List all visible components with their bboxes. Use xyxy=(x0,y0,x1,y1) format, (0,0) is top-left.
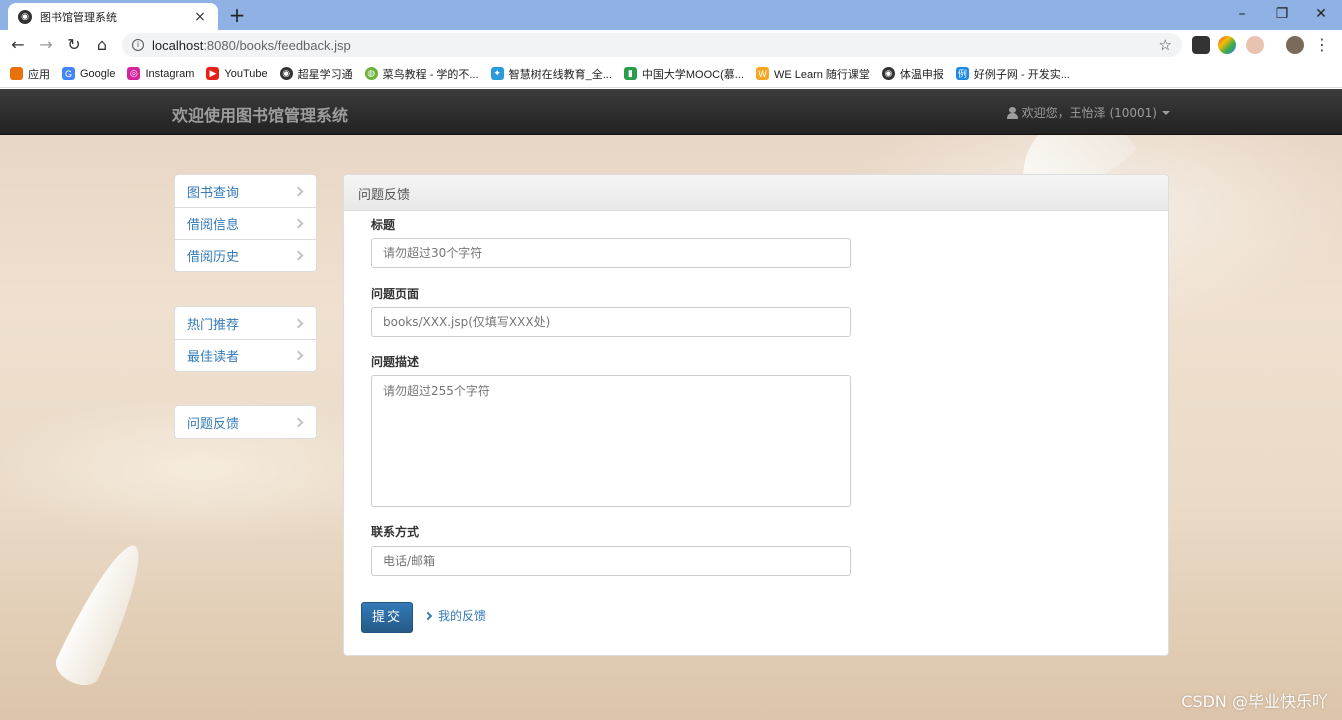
haolizi-icon: 例 xyxy=(955,67,969,80)
avatar[interactable] xyxy=(1286,36,1304,54)
chevron-right-icon xyxy=(423,611,433,620)
youtube-icon: ▶ xyxy=(206,67,220,80)
brand-title[interactable]: 欢迎使用图书馆管理系统 xyxy=(172,102,348,126)
description-textarea[interactable] xyxy=(371,375,851,507)
my-feedback-link[interactable]: 我的反馈 xyxy=(423,607,487,624)
address-bar[interactable]: i localhost:8080/books/feedback.jsp ☆ xyxy=(122,33,1182,57)
sidebar-item-label: 借阅历史 xyxy=(187,250,240,265)
user-label: 欢迎您，王怡泽 (10001) xyxy=(1021,106,1157,120)
contact-input[interactable] xyxy=(371,546,851,576)
sidebar-group-recommend: 热门推荐 最佳读者 xyxy=(174,306,317,372)
my-feedback-label: 我的反馈 xyxy=(438,609,487,623)
bookmark-item[interactable]: ✦ 智慧树在线教育_全... xyxy=(490,66,612,82)
page-input[interactable] xyxy=(371,307,851,337)
bookmark-item[interactable]: ◉ 超星学习通 xyxy=(279,66,353,82)
title-label: 标题 xyxy=(371,218,396,232)
bookmark-item[interactable]: W WE Learn 随行课堂 xyxy=(755,66,870,82)
bookmark-item[interactable]: ▮ 中国大学MOOC(慕... xyxy=(623,66,744,82)
google-icon: G xyxy=(62,67,75,80)
bookmark-item[interactable]: 应用 xyxy=(10,66,50,82)
chevron-right-icon xyxy=(293,417,304,427)
sidebar-item-borrow-history[interactable]: 借阅历史 xyxy=(175,239,316,271)
forward-icon[interactable]: → xyxy=(36,35,56,55)
sidebar-group-feedback: 问题反馈 xyxy=(174,405,317,439)
sidebar-item-label: 问题反馈 xyxy=(187,416,240,432)
bookmarks-bar: 应用 G Google ◎ Instagram ▶ YouTube ◉ 超星学习通 ◍ 菜… xyxy=(0,60,1342,88)
title-input[interactable] xyxy=(371,238,851,268)
chevron-right-icon xyxy=(293,318,304,328)
extension-icon[interactable] xyxy=(1218,36,1236,54)
feather-decoration xyxy=(50,536,156,692)
welearn-icon: W xyxy=(755,67,769,80)
sidebar-group-books: 图书查询 借阅信息 借阅历史 xyxy=(174,174,317,272)
sidebar-item-label: 热门推荐 xyxy=(187,317,240,333)
chevron-right-icon xyxy=(293,250,304,261)
sidebar-item-label: 借阅信息 xyxy=(187,218,240,233)
bookmark-item[interactable]: ▶ YouTube xyxy=(206,67,268,80)
apps-grid-icon xyxy=(10,67,23,80)
menu-icon[interactable]: ⋮ xyxy=(1314,36,1330,54)
bookmark-item[interactable]: ◉ 体温申报 xyxy=(881,66,944,82)
back-icon[interactable]: ← xyxy=(8,35,28,55)
user-dropdown[interactable]: 欢迎您，王怡泽 (10001) xyxy=(1006,104,1170,121)
chevron-right-icon xyxy=(293,350,304,361)
contact-label: 联系方式 xyxy=(371,525,420,539)
globe-icon: ◉ xyxy=(279,67,293,80)
reload-icon[interactable]: ↻ xyxy=(64,35,84,55)
globe-icon: ◉ xyxy=(881,67,895,80)
sidebar-item-book-search[interactable]: 图书查询 xyxy=(175,175,316,207)
bookmark-item[interactable]: G Google xyxy=(62,67,115,80)
mooc-icon: ▮ xyxy=(623,67,637,80)
browser-toolbar: ← → ↻ ⌂ i localhost:8080/books/feedback.… xyxy=(0,30,1342,60)
feedback-panel: 问题反馈 标题 问题页面 问题描述 联系方式 提交 我的反馈 xyxy=(343,174,1169,656)
bookmark-item[interactable]: ◎ Instagram xyxy=(127,67,194,80)
description-label: 问题描述 xyxy=(371,355,420,369)
browser-tab-bar: ◉ 图书馆管理系统 × + – ❐ ✕ xyxy=(0,0,1342,30)
web-page: 欢迎使用图书馆管理系统 欢迎您，王怡泽 (10001) 图书查询 借阅信息 借阅… xyxy=(0,89,1342,720)
bookmark-item[interactable]: ◍ 菜鸟教程 - 学的不... xyxy=(364,66,479,82)
sidebar-item-label: 最佳读者 xyxy=(187,350,240,365)
sidebar-item-best-readers[interactable]: 最佳读者 xyxy=(175,339,316,371)
submit-button[interactable]: 提交 xyxy=(361,602,413,633)
instagram-icon: ◎ xyxy=(127,67,141,80)
chevron-right-icon xyxy=(293,186,304,196)
browser-tab[interactable]: ◉ 图书馆管理系统 × xyxy=(8,3,218,30)
extension-icon[interactable] xyxy=(1192,36,1210,54)
url-text: localhost:8080/books/feedback.jsp xyxy=(152,37,351,53)
runoob-icon: ◍ xyxy=(364,67,378,80)
sidebar-item-label: 图书查询 xyxy=(187,185,240,201)
bookmark-item[interactable]: 例好例子网 - 开发实... xyxy=(955,66,1070,82)
page-label: 问题页面 xyxy=(371,287,420,301)
sidebar-item-borrow-info[interactable]: 借阅信息 xyxy=(175,207,316,239)
chevron-right-icon xyxy=(293,218,304,229)
zhihuishu-icon: ✦ xyxy=(490,67,504,80)
panel-heading: 问题反馈 xyxy=(344,175,1168,211)
sidebar-item-hot-recommend[interactable]: 热门推荐 xyxy=(175,307,316,339)
caret-down-icon xyxy=(1162,110,1170,115)
sidebar-item-feedback[interactable]: 问题反馈 xyxy=(175,406,316,438)
new-tab-button[interactable]: + xyxy=(226,4,248,26)
user-icon xyxy=(1006,106,1018,119)
home-icon[interactable]: ⌂ xyxy=(92,35,112,55)
top-navbar: 欢迎使用图书馆管理系统 欢迎您，王怡泽 (10001) xyxy=(0,89,1342,135)
tab-title: 图书馆管理系统 xyxy=(40,10,117,24)
site-info-icon[interactable]: i xyxy=(132,39,144,51)
extension-icon[interactable] xyxy=(1246,36,1264,54)
tab-close-icon[interactable]: × xyxy=(192,9,208,25)
close-window-button[interactable]: ✕ xyxy=(1298,0,1342,30)
bookmark-star-icon[interactable]: ☆ xyxy=(1159,36,1172,54)
globe-icon: ◉ xyxy=(18,9,32,24)
watermark: CSDN @毕业快乐吖 xyxy=(1181,692,1328,711)
